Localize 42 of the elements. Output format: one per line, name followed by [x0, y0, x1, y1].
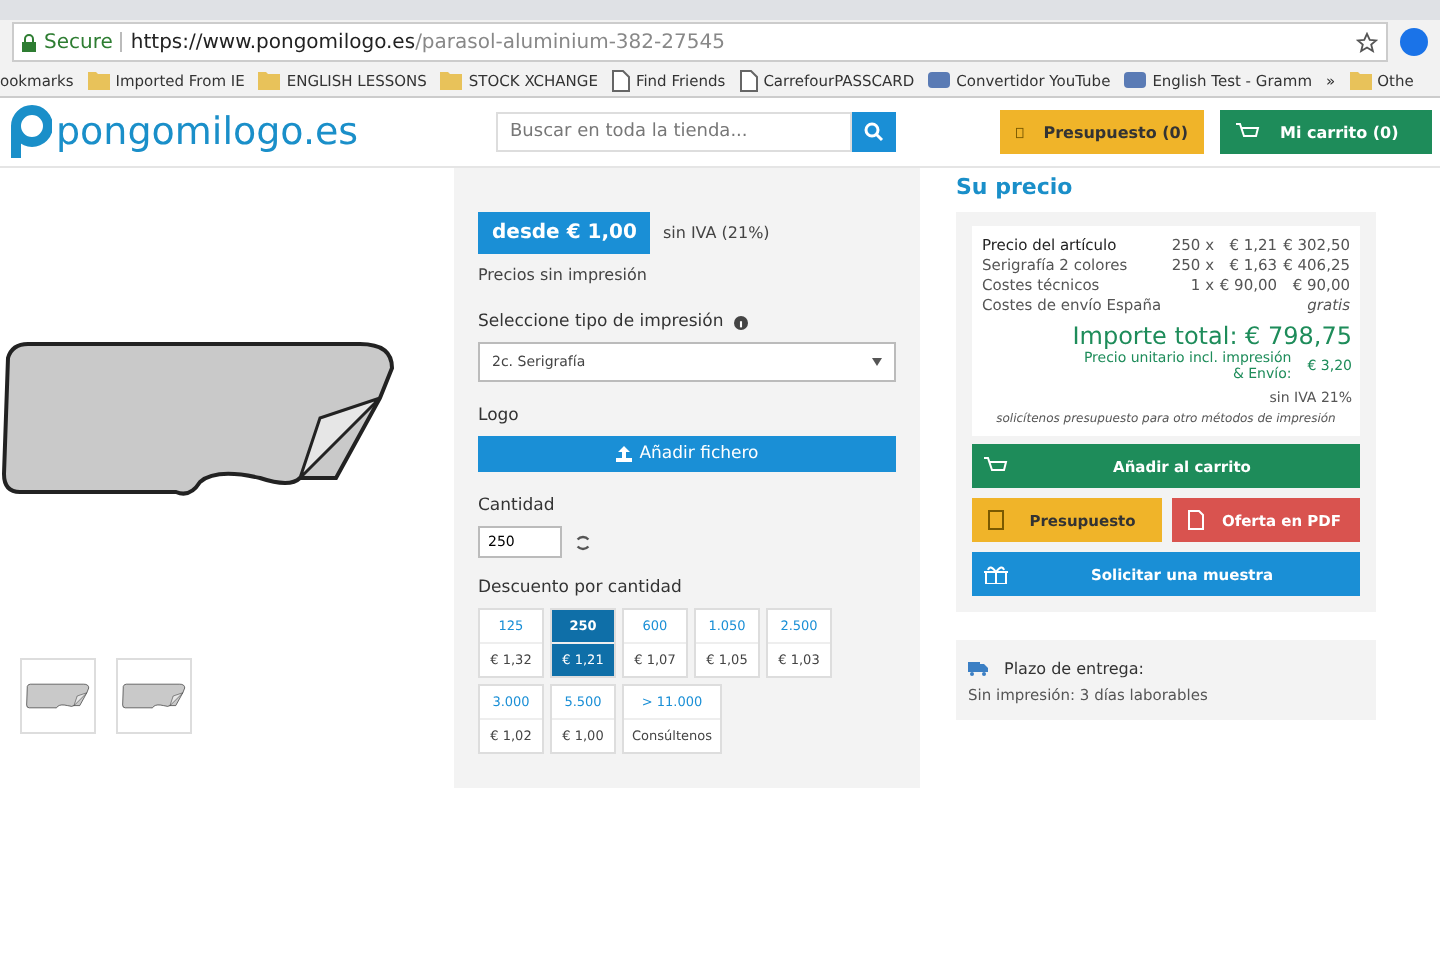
upload-icon [615, 446, 632, 462]
page-icon [611, 69, 630, 91]
cart-icon [1236, 122, 1260, 142]
folder-icon [440, 70, 463, 90]
delivery-title: Plazo de entrega: [1004, 660, 1144, 678]
lock-icon [22, 33, 36, 51]
app-icon [1124, 70, 1147, 90]
caret-icon [872, 358, 882, 366]
page-icon [739, 69, 758, 91]
price-note: Precios sin impresión [478, 266, 649, 284]
cart-icon [984, 456, 1008, 476]
search-icon[interactable] [864, 122, 884, 142]
secure-label: Secure [44, 31, 113, 53]
quote-button[interactable]: Presupuesto (0) [1000, 110, 1204, 154]
cart-button[interactable]: Mi carrito (0) [1220, 110, 1432, 154]
logo-icon [8, 104, 52, 160]
app-icon [928, 70, 951, 90]
address-bar[interactable]: Secure https://www.pongomilogo.es/parasol-aluminium-382-27545 [12, 22, 1388, 62]
thumbnail[interactable] [116, 658, 192, 734]
gift-icon [984, 564, 1008, 584]
truck-icon [968, 662, 988, 676]
thumbnail[interactable] [20, 658, 96, 734]
site-logo[interactable]: pongomilogo.es [8, 104, 488, 160]
document-icon [984, 510, 1008, 530]
refresh-icon[interactable] [574, 533, 592, 551]
field-label: Cantidad [478, 496, 555, 516]
field-label: Logo [478, 406, 519, 426]
total-price: Importe total: € 798,75 [1070, 322, 1352, 350]
extension-icon[interactable] [1400, 28, 1428, 56]
field-label: Seleccione tipo de impresión [478, 312, 724, 332]
folder-icon [1349, 70, 1372, 90]
star-icon[interactable] [1356, 31, 1378, 53]
field-label: Descuento por cantidad [478, 578, 682, 598]
folder-icon [87, 70, 110, 90]
folder-icon [258, 70, 281, 90]
info-icon[interactable] [733, 315, 748, 329]
tax-note: sin IVA (21%) [662, 224, 770, 242]
url-text: https://www.pongomilogo.es/parasol-aluminium-382-27545 [130, 31, 725, 53]
pdf-icon [1183, 510, 1207, 530]
upload-button[interactable]: Añadir fichero [478, 436, 896, 472]
price-badge: desde € 1,00 [478, 212, 651, 254]
section-heading: Su precio [956, 174, 1075, 200]
